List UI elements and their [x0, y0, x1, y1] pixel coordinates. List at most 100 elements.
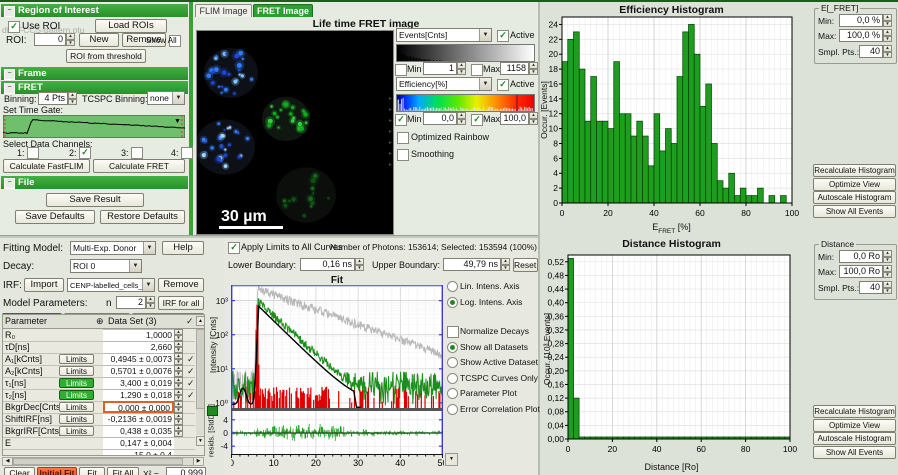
- param-value[interactable]: 0,438 ± 0,035: [103, 425, 174, 437]
- tcspc-binning-dropdown[interactable]: none▼: [147, 91, 185, 105]
- chevron-down-icon[interactable]: ▼: [172, 92, 184, 104]
- efret-max-spinner[interactable]: ▲▼: [883, 29, 892, 42]
- channel1-display-dropdown[interactable]: Events[Cnts]▼: [396, 28, 492, 42]
- channel2-display-dropdown[interactable]: Efficiency[%]▼: [396, 77, 492, 91]
- radio-icon[interactable]: [447, 297, 458, 308]
- radio-icon[interactable]: [447, 342, 458, 353]
- param-value[interactable]: 0,000 ± 0,000: [103, 401, 174, 413]
- roi-section-header[interactable]: − Region of Interest: [1, 4, 188, 17]
- scroll-down-icon[interactable]: ▼: [196, 436, 205, 446]
- globe-icon[interactable]: ⊕: [96, 316, 104, 327]
- distance-smpl-field[interactable]: 40: [859, 281, 883, 294]
- show-all-events-button[interactable]: Show All Events: [813, 205, 896, 218]
- events-active-checkbox[interactable]: ✓: [497, 30, 509, 42]
- show-all-events-button[interactable]: Show All Events: [813, 446, 896, 459]
- events-max-checkbox[interactable]: [471, 64, 483, 76]
- param-spinner[interactable]: ▲▼: [174, 341, 183, 353]
- fit-option[interactable]: Normalize Decays: [447, 324, 538, 339]
- resid-drag-handle[interactable]: [207, 406, 218, 416]
- table-hscrollbar[interactable]: ◀ ▶: [2, 457, 204, 466]
- radio-icon[interactable]: [447, 357, 458, 368]
- radio-icon[interactable]: [447, 373, 458, 384]
- time-gate-plot[interactable]: ▼: [3, 115, 185, 138]
- param-value[interactable]: 0,5701 ± 0,0076: [103, 365, 174, 377]
- param-value[interactable]: 2,660: [103, 341, 174, 353]
- events-max-spinner[interactable]: ▲▼: [529, 62, 538, 75]
- fit-option[interactable]: Error Correlation Plot: [447, 402, 538, 417]
- distance-max-field[interactable]: 100,0 Ro: [839, 265, 883, 278]
- param-spinner[interactable]: ▲▼: [174, 377, 183, 389]
- efficiency-max-checkbox[interactable]: ✓: [471, 114, 483, 126]
- restore-defaults-button[interactable]: Restore Defaults: [100, 210, 185, 224]
- plot-scroll-button[interactable]: ▼: [445, 453, 458, 466]
- check-icon[interactable]: ✓: [187, 354, 195, 365]
- efret-smpl-spinner[interactable]: ▲▼: [883, 45, 892, 58]
- upper-boundary-field[interactable]: 49,79 ns: [443, 258, 501, 271]
- vscroll-thumb[interactable]: [196, 329, 205, 409]
- efret-min-spinner[interactable]: ▲▼: [883, 14, 892, 27]
- channel-checkbox[interactable]: [27, 147, 39, 159]
- efficiency-min-field[interactable]: 0,0: [423, 112, 457, 125]
- load-rois-button[interactable]: Load ROIs: [95, 19, 167, 33]
- efficiency-active-checkbox[interactable]: ✓: [497, 79, 509, 91]
- optimized-rainbow-checkbox[interactable]: [397, 132, 409, 144]
- distance-smpl-spinner[interactable]: ▲▼: [883, 281, 892, 294]
- collapse-icon[interactable]: −: [4, 69, 15, 80]
- n-spinner[interactable]: ▲▼: [146, 296, 155, 309]
- tab-flim-image[interactable]: FLIM Image: [195, 4, 252, 17]
- autoscale-histogram-button[interactable]: Autoscale Histogram: [813, 191, 896, 204]
- chevron-down-icon[interactable]: ▼: [479, 78, 491, 90]
- param-spinner[interactable]: ▲▼: [174, 413, 183, 425]
- collapse-icon[interactable]: −: [4, 178, 15, 189]
- optimize-view-button[interactable]: Optimize View: [813, 419, 896, 432]
- distance-max-spinner[interactable]: ▲▼: [883, 265, 892, 278]
- events-min-field[interactable]: 1: [423, 62, 457, 75]
- frame-section-header[interactable]: − Frame: [1, 67, 188, 80]
- radio-icon[interactable]: [447, 281, 458, 292]
- binning-spinner[interactable]: ▲▼: [68, 92, 77, 105]
- reset-range-button[interactable]: Reset Ra: [513, 258, 538, 272]
- fit-option[interactable]: Show Active Dataset: [447, 355, 538, 370]
- limits-button[interactable]: Limits: [59, 390, 94, 400]
- chevron-down-icon[interactable]: ▼: [129, 260, 141, 272]
- fit-all-button[interactable]: Fit All: [107, 467, 139, 475]
- irf-for-all-button[interactable]: IRF for all: [158, 296, 204, 310]
- hscroll-thumb[interactable]: [13, 458, 183, 465]
- scroll-left-icon[interactable]: ◀: [3, 458, 13, 465]
- recalculate-histogram-button[interactable]: Recalculate Histogram: [813, 164, 896, 177]
- tab-fret-image[interactable]: FRET Image: [253, 4, 313, 17]
- irf-remove-button[interactable]: Remove: [158, 278, 204, 292]
- param-value[interactable]: -0,2136 ± 0,0019: [103, 413, 174, 425]
- param-spinner[interactable]: ▲▼: [174, 389, 183, 401]
- scroll-right-icon[interactable]: ▶: [193, 458, 203, 465]
- check-icon[interactable]: ✓: [187, 366, 195, 377]
- apply-limits-checkbox[interactable]: ✓: [228, 242, 240, 254]
- chevron-down-icon[interactable]: ▼: [479, 29, 491, 41]
- collapse-icon[interactable]: −: [4, 6, 15, 17]
- upper-boundary-spinner[interactable]: ▲▼: [501, 258, 510, 271]
- efficiency-min-checkbox[interactable]: ✓: [395, 114, 407, 126]
- smoothing-checkbox[interactable]: [397, 149, 409, 161]
- events-min-spinner[interactable]: ▲▼: [457, 62, 466, 75]
- efficiency-max-spinner[interactable]: ▲▼: [529, 112, 538, 125]
- radio-icon[interactable]: [447, 404, 458, 415]
- channel-checkbox[interactable]: [131, 147, 143, 159]
- param-spinner[interactable]: ▲▼: [174, 353, 183, 365]
- calculate-fret-button[interactable]: Calculate FRET: [93, 159, 185, 173]
- param-value[interactable]: 1,290 ± 0,018: [103, 389, 174, 401]
- fit-button[interactable]: Fit: [79, 467, 105, 475]
- use-roi-checkbox[interactable]: ✓: [8, 21, 20, 33]
- efficiency-gradient-bar[interactable]: [396, 94, 535, 112]
- limits-button[interactable]: Limits: [59, 402, 94, 412]
- n-field[interactable]: 2: [116, 296, 146, 309]
- param-spinner[interactable]: ▲▼: [174, 425, 183, 437]
- lower-boundary-spinner[interactable]: ▲▼: [355, 258, 364, 271]
- distance-min-field[interactable]: 0,0 Ro: [839, 250, 883, 263]
- limits-button[interactable]: Limits: [59, 426, 94, 436]
- chevron-down-icon[interactable]: ▼: [142, 279, 154, 291]
- calculate-fastflim-button[interactable]: Calculate FastFLIM: [3, 159, 90, 173]
- radio-icon[interactable]: [447, 388, 458, 399]
- image-splitter-arrows[interactable]: ▸▸▸▸▸▸▸: [389, 94, 395, 171]
- collapse-icon[interactable]: −: [4, 83, 15, 94]
- param-value[interactable]: 3,400 ± 0,019: [103, 377, 174, 389]
